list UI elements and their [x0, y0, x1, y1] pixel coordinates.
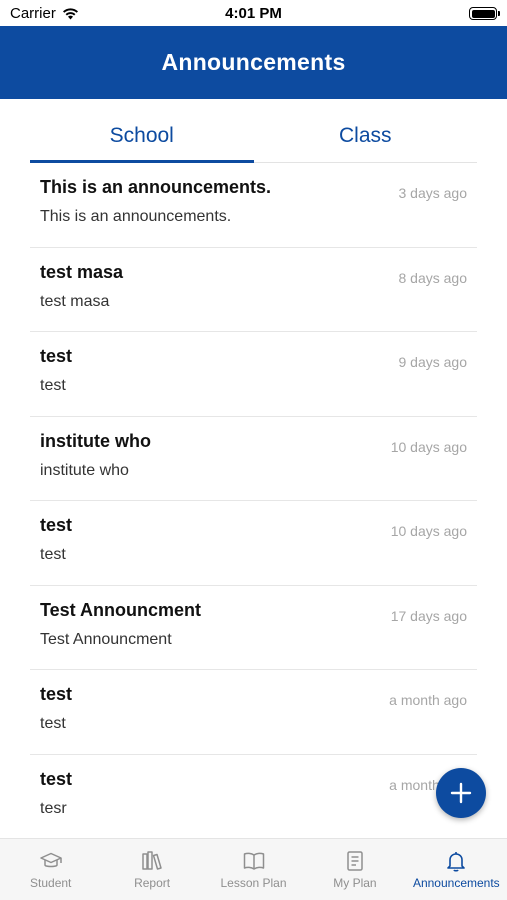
bottom-nav: Student Report Lesson Plan My Plan Annou… — [0, 838, 507, 900]
nav-label: Report — [134, 876, 171, 890]
nav-lesson-plan[interactable]: Lesson Plan — [203, 839, 304, 900]
tab-class[interactable]: Class — [254, 118, 478, 162]
announcement-body: test — [40, 715, 66, 732]
books-icon — [140, 849, 164, 873]
announcement-item[interactable]: Test Announcment Test Announcment 17 day… — [30, 586, 477, 670]
announcement-item[interactable]: This is an announcements. This is an ann… — [30, 163, 477, 248]
announcement-item[interactable]: test masa test masa 8 days ago — [30, 248, 477, 332]
announcement-body: test — [40, 377, 66, 394]
announcement-time: 10 days ago — [390, 438, 467, 455]
graduation-cap-icon — [39, 849, 63, 873]
announcement-item[interactable]: institute who institute who 10 days ago — [30, 417, 477, 501]
nav-label: My Plan — [333, 876, 377, 890]
announcement-item[interactable]: test test 10 days ago — [30, 501, 477, 586]
status-bar: Carrier 4:01 PM — [0, 0, 507, 26]
notebook-icon — [343, 849, 367, 873]
announcement-body: institute who — [40, 461, 129, 479]
nav-announcements[interactable]: Announcements — [406, 839, 507, 900]
tab-bar: School Class — [30, 118, 477, 163]
nav-label: Announcements — [412, 876, 500, 890]
add-announcement-button[interactable] — [436, 768, 486, 818]
announcement-time: 3 days ago — [398, 185, 468, 201]
announcement-body: This is an announcements. — [40, 208, 232, 225]
announcement-time: 10 days ago — [390, 523, 467, 539]
plus-icon — [450, 782, 472, 804]
nav-my-plan[interactable]: My Plan — [304, 839, 405, 900]
open-book-icon — [242, 849, 266, 873]
announcement-body: Test Announcment — [40, 630, 172, 648]
tab-school[interactable]: School — [30, 118, 254, 163]
app-header: Announcements — [0, 26, 507, 99]
announcement-time: a month ago — [389, 692, 467, 708]
nav-label: Lesson Plan — [220, 876, 287, 890]
announcement-item[interactable]: test tesr a month ago — [30, 755, 477, 839]
announcement-body: test — [40, 546, 66, 563]
battery-icon — [469, 7, 500, 20]
announcement-time: 17 days ago — [390, 607, 467, 624]
announcement-item[interactable]: test test a month ago — [30, 670, 477, 755]
announcement-time: 8 days ago — [398, 269, 468, 286]
announcement-body: test masa — [40, 292, 110, 310]
announcement-item[interactable]: test test 9 days ago — [30, 332, 477, 417]
status-time: 4:01 PM — [225, 5, 282, 22]
bell-icon — [444, 849, 468, 873]
nav-student[interactable]: Student — [0, 839, 101, 900]
nav-label: Student — [30, 876, 72, 890]
announcement-body: tesr — [40, 799, 67, 817]
announcement-list: This is an announcements. This is an ann… — [30, 163, 477, 839]
nav-report[interactable]: Report — [101, 839, 202, 900]
page-title: Announcements — [161, 49, 346, 75]
announcement-time: 9 days ago — [398, 354, 468, 370]
